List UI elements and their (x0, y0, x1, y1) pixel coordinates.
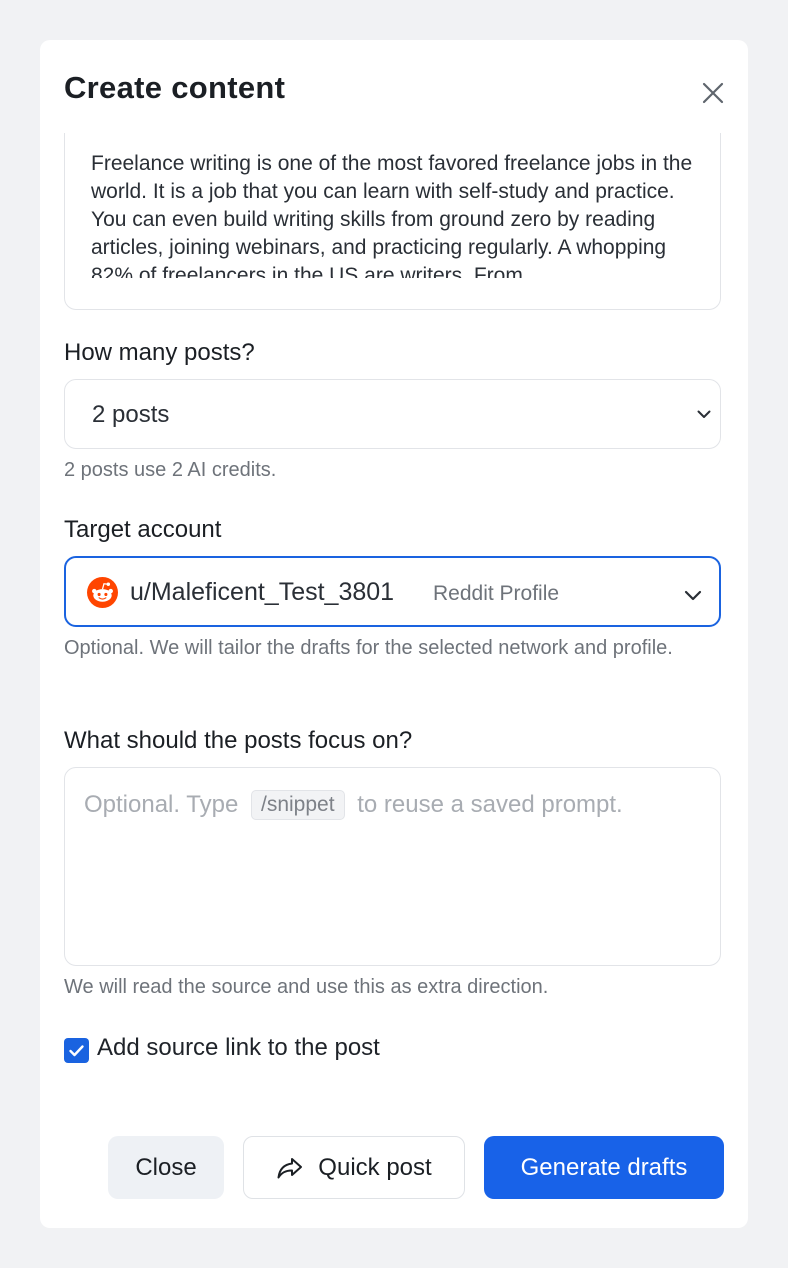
placeholder-text: to reuse a saved prompt. (357, 791, 623, 818)
chevron-down-icon (697, 410, 711, 418)
target-account-select[interactable]: u/Maleficent_Test_3801 Reddit Profile (64, 556, 721, 627)
target-account-label: Target account (64, 516, 222, 543)
dialog-title: Create content (64, 70, 286, 105)
checkmark-icon (69, 1045, 84, 1057)
close-button[interactable]: Close (108, 1136, 224, 1199)
source-link-label[interactable]: Add source link to the post (97, 1034, 380, 1062)
source-text: Freelance writing is one of the most fav… (91, 152, 693, 278)
focus-hint: We will read the source and use this as … (64, 976, 549, 998)
chevron-down-icon (684, 590, 702, 601)
generate-drafts-button[interactable]: Generate drafts (484, 1136, 724, 1199)
create-content-dialog: Create content Freelance writing is one … (40, 40, 748, 1228)
quick-post-button[interactable]: Quick post (243, 1136, 465, 1199)
posts-count-label: How many posts? (64, 339, 255, 366)
placeholder-text: Optional. Type (84, 791, 239, 818)
reddit-icon (87, 577, 118, 608)
account-type: Reddit Profile (433, 582, 560, 605)
focus-placeholder: Optional. Type /snippet to reuse a saved… (84, 790, 623, 820)
focus-input[interactable]: Optional. Type /snippet to reuse a saved… (64, 767, 721, 966)
share-arrow-icon (277, 1157, 303, 1178)
backdrop: Create content Freelance writing is one … (0, 0, 788, 1268)
focus-label: What should the posts focus on? (64, 727, 413, 754)
close-icon[interactable] (700, 80, 726, 106)
quick-post-label: Quick post (318, 1153, 432, 1181)
snippet-token: /snippet (251, 790, 345, 820)
source-link-checkbox[interactable] (64, 1038, 89, 1063)
posts-count-value: 2 posts (92, 401, 170, 428)
posts-credits-hint: 2 posts use 2 AI credits. (64, 459, 277, 481)
account-name: u/Maleficent_Test_3801 (130, 578, 395, 606)
source-text-area[interactable]: Freelance writing is one of the most fav… (64, 133, 721, 310)
posts-count-select[interactable]: 2 posts (64, 379, 721, 449)
target-account-hint: Optional. We will tailor the drafts for … (64, 637, 673, 659)
